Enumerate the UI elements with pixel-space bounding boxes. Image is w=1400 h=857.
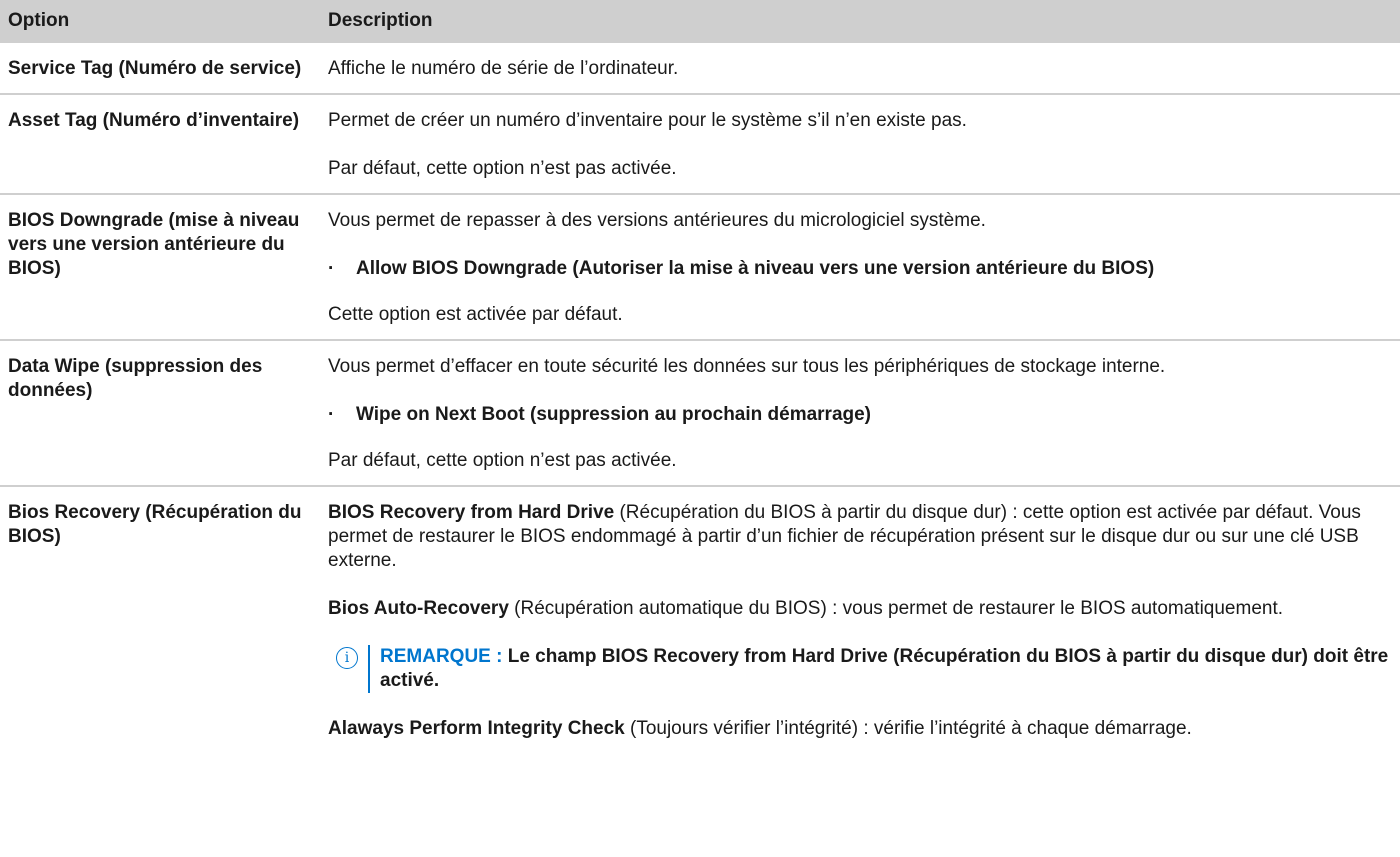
option-data-wipe: Data Wipe (suppression des données)	[8, 356, 263, 401]
hdd-recovery-text: BIOS Recovery from Hard Drive (Récupérat…	[328, 501, 1392, 573]
note-body: REMARQUE : Le champ BIOS Recovery from H…	[368, 645, 1392, 693]
default-state-text: Par défaut, cette option n’est pas activ…	[328, 450, 677, 471]
suboption-label: Allow BIOS Downgrade (Autoriser la mise …	[356, 258, 1155, 279]
table-row: Service Tag (Numéro de service) Affiche …	[0, 43, 1400, 94]
hdd-recovery-label: BIOS Recovery from Hard Drive	[328, 502, 615, 523]
table-header-row: Option Description	[0, 0, 1400, 43]
auto-recovery-label: Bios Auto-Recovery	[328, 598, 509, 619]
table-row: Asset Tag (Numéro d’inventaire) Permet d…	[0, 94, 1400, 194]
table-row: Bios Recovery (Récupération du BIOS) BIO…	[0, 486, 1400, 753]
description-text: Vous permet de repasser à des versions a…	[328, 210, 986, 231]
table-row: BIOS Downgrade (mise à niveau vers une v…	[0, 194, 1400, 340]
bullet-icon: ·	[328, 404, 335, 425]
auto-recovery-text: Bios Auto-Recovery (Récupération automat…	[328, 597, 1392, 621]
note-box: i REMARQUE : Le champ BIOS Recovery from…	[328, 645, 1392, 693]
integrity-check-description: (Toujours vérifier l’intégrité) : vérifi…	[624, 718, 1192, 739]
description-text: Affiche le numéro de série de l’ordinate…	[328, 58, 679, 79]
header-description: Description	[318, 0, 1400, 43]
suboption-label: Wipe on Next Boot (suppression au procha…	[356, 404, 872, 425]
description-cell: BIOS Recovery from Hard Drive (Récupérat…	[318, 486, 1400, 753]
note-text: Le champ BIOS Recovery from Hard Drive (…	[380, 646, 1389, 691]
bios-options-table: Option Description Service Tag (Numéro d…	[0, 0, 1400, 753]
description-cell: Permet de créer un numéro d’inventaire p…	[318, 94, 1400, 194]
auto-recovery-description: (Récupération automatique du BIOS) : vou…	[508, 598, 1284, 619]
bullet-icon: ·	[328, 258, 335, 279]
integrity-check-label: Alaways Perform Integrity Check	[328, 718, 625, 739]
option-service-tag: Service Tag (Numéro de service)	[8, 58, 302, 79]
option-asset-tag: Asset Tag (Numéro d’inventaire)	[8, 110, 300, 131]
default-state-text: Cette option est activée par défaut.	[328, 304, 623, 325]
description-text: Permet de créer un numéro d’inventaire p…	[328, 110, 967, 131]
note-label: REMARQUE :	[380, 646, 503, 667]
default-state-text: Par défaut, cette option n’est pas activ…	[328, 158, 677, 179]
info-icon: i	[336, 647, 358, 669]
integrity-check-text: Alaways Perform Integrity Check (Toujour…	[328, 717, 1392, 741]
suboption-item: · Wipe on Next Boot (suppression au proc…	[328, 403, 1392, 427]
header-option: Option	[0, 0, 318, 43]
description-cell: Affiche le numéro de série de l’ordinate…	[318, 43, 1400, 94]
description-cell: Vous permet de repasser à des versions a…	[318, 194, 1400, 340]
description-cell: Vous permet d’effacer en toute sécurité …	[318, 340, 1400, 486]
table-row: Data Wipe (suppression des données) Vous…	[0, 340, 1400, 486]
description-text: Vous permet d’effacer en toute sécurité …	[328, 356, 1166, 377]
option-bios-recovery: Bios Recovery (Récupération du BIOS)	[8, 502, 302, 547]
option-bios-downgrade: BIOS Downgrade (mise à niveau vers une v…	[8, 210, 300, 279]
suboption-item: · Allow BIOS Downgrade (Autoriser la mis…	[328, 257, 1392, 281]
